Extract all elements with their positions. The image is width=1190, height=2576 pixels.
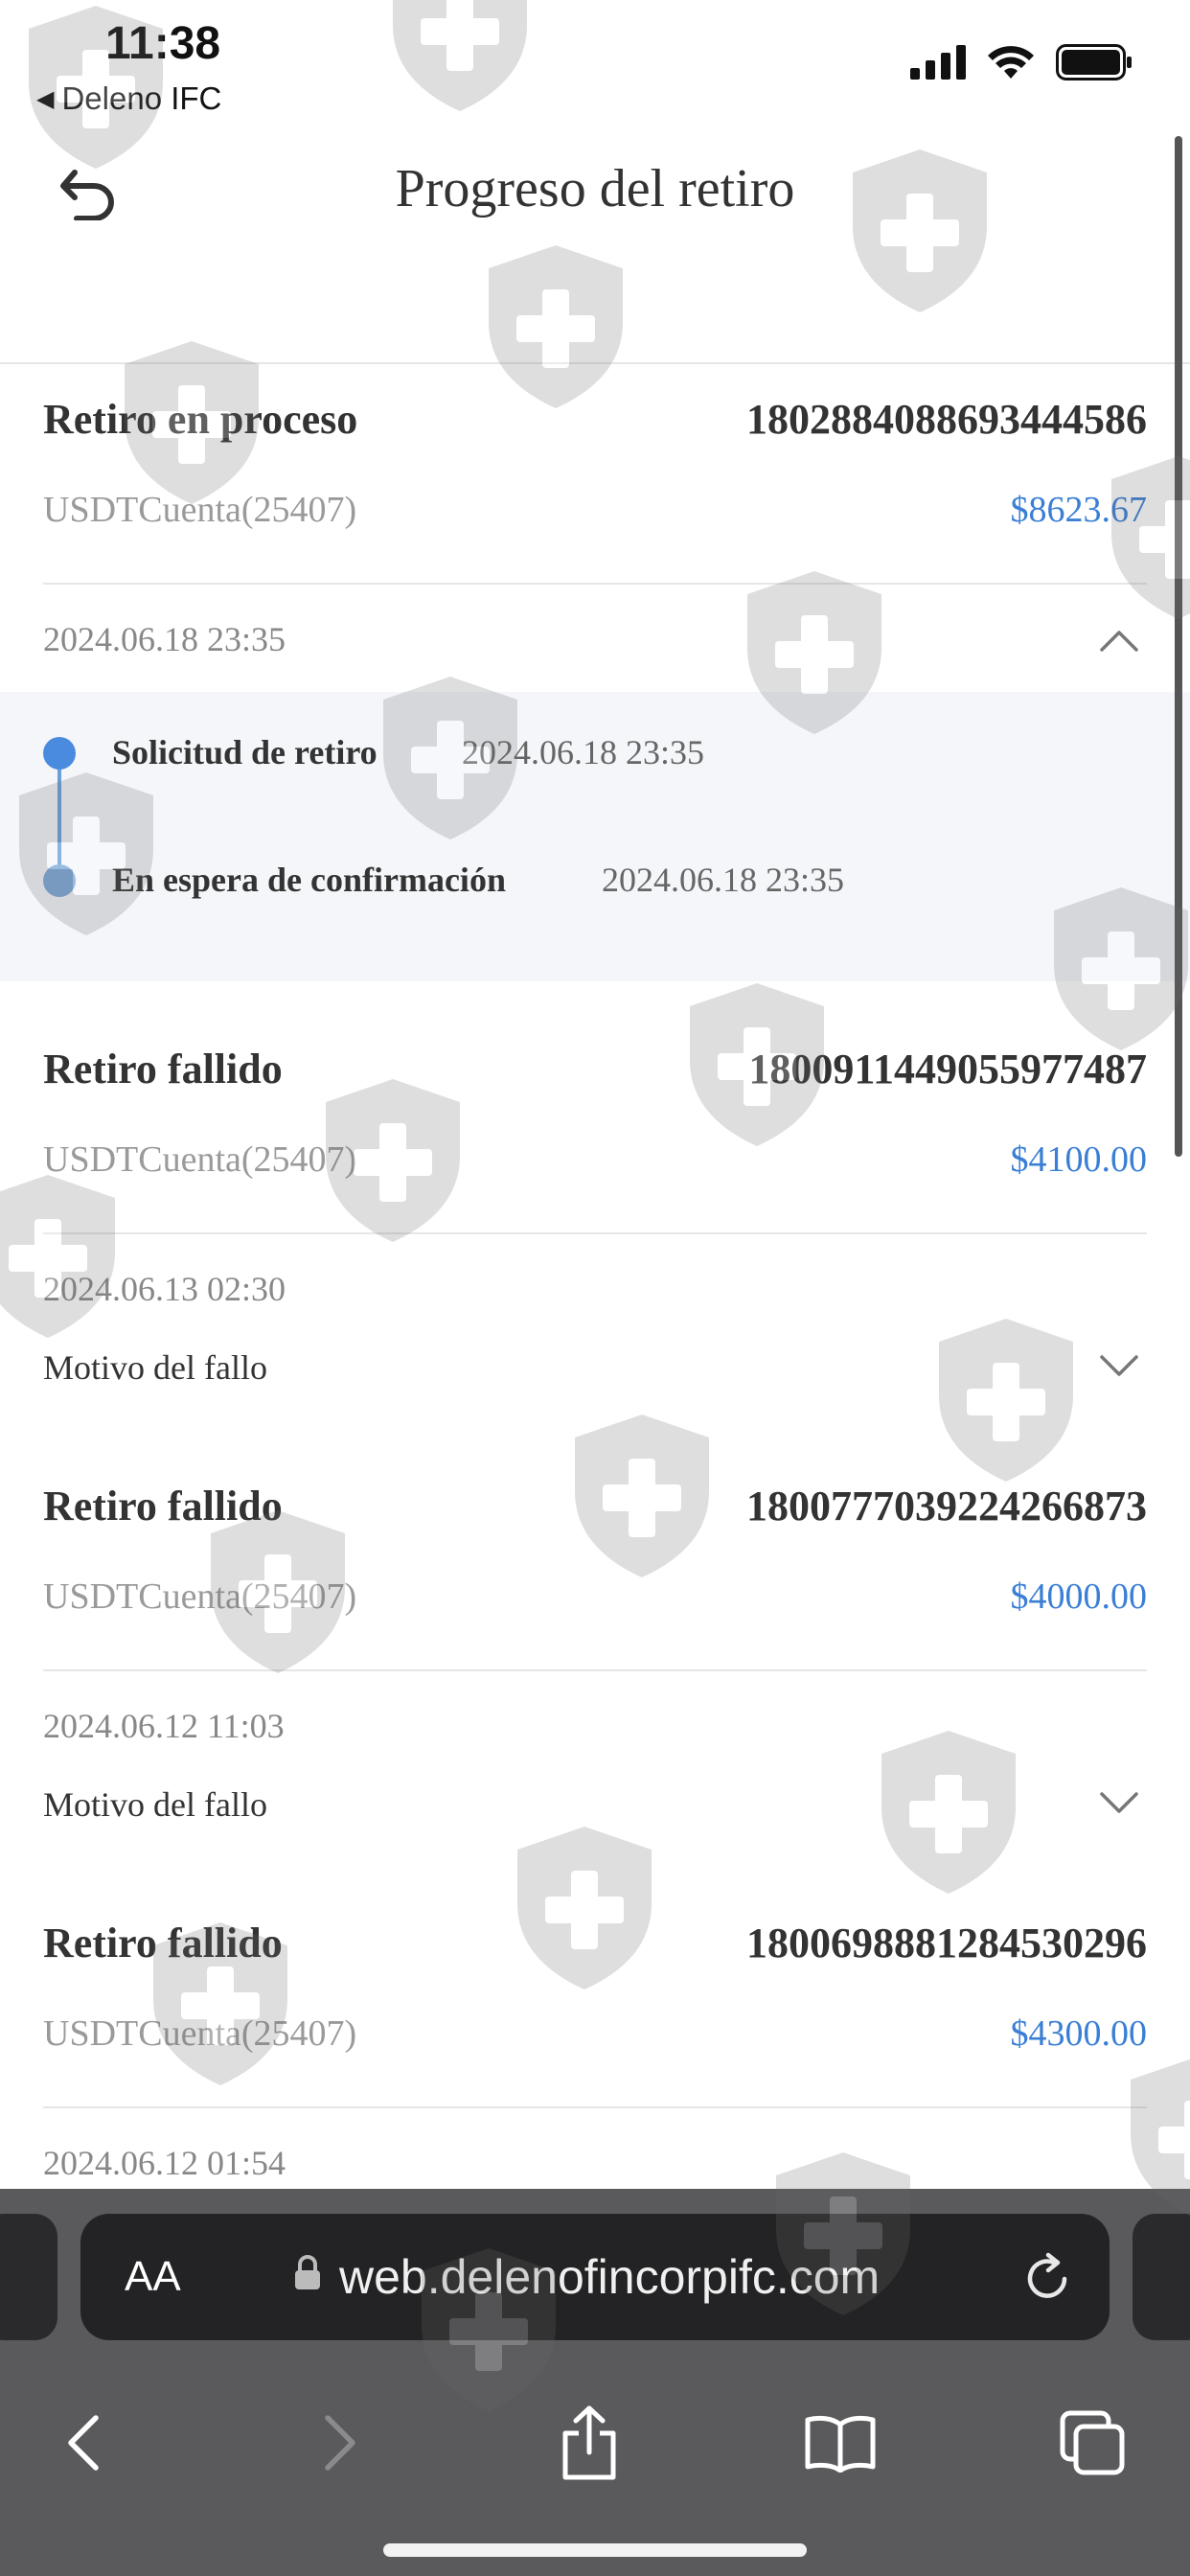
record-date: 2024.06.12 11:03 — [43, 1707, 285, 1745]
record-status: Retiro fallido — [43, 1046, 283, 1092]
record-divider — [43, 2106, 1147, 2108]
timeline-line — [57, 753, 61, 882]
record-divider — [43, 1232, 1147, 1234]
timeline-step-time: 2024.06.18 23:35 — [462, 733, 705, 771]
return-to-app-link[interactable]: ◀ Deleno IFC — [36, 80, 221, 117]
signal-icon — [910, 45, 966, 80]
home-indicator[interactable] — [383, 2543, 807, 2557]
chevron-down-icon[interactable] — [1098, 1344, 1140, 1386]
forward-arrow-icon — [325, 2415, 355, 2471]
share-icon — [562, 2405, 616, 2480]
back-arrow-icon — [68, 2415, 99, 2471]
status-time: 11:38 — [105, 18, 221, 69]
record-account: USDTCuenta(25407) — [43, 1576, 357, 1617]
timeline-step-label: Solicitud de retiro — [112, 733, 378, 771]
battery-icon — [1056, 44, 1132, 80]
record-status: Retiro fallido — [43, 1920, 283, 1966]
shield-watermark-icon — [881, 1731, 1016, 1894]
browser-forward-button[interactable] — [293, 2390, 389, 2496]
scrollbar[interactable] — [1175, 136, 1182, 1157]
browser-back-button[interactable] — [34, 2390, 130, 2496]
shield-watermark-icon — [0, 1175, 115, 1338]
chevron-up-icon[interactable] — [1098, 621, 1140, 663]
tabs-icon — [1060, 2410, 1125, 2475]
record-amount: $4100.00 — [1010, 1139, 1148, 1180]
browser-toolbar: AA web.delenofincorpifc.com — [0, 2189, 1190, 2576]
timeline-dot — [43, 864, 76, 897]
record-account: USDTCuenta(25407) — [43, 490, 357, 530]
status-bar: 11:38 ◀ Deleno IFC — [0, 0, 1190, 129]
record-status: Retiro en proceso — [43, 396, 358, 443]
tabs-button[interactable] — [1044, 2390, 1140, 2496]
record-account: USDTCuenta(25407) — [43, 2013, 357, 2054]
record-account: USDTCuenta(25407) — [43, 1139, 357, 1180]
shield-watermark-icon — [939, 1319, 1073, 1482]
record-date: 2024.06.12 01:54 — [43, 2144, 286, 2182]
chevron-down-icon[interactable] — [1098, 1781, 1140, 1823]
record-id: 1802884088693444586 — [746, 396, 1147, 443]
record-divider — [43, 583, 1147, 585]
status-icons — [910, 44, 1133, 80]
wifi-icon — [988, 46, 1034, 79]
progress-timeline: Solicitud de retiro 2024.06.18 23:35 En … — [0, 692, 1190, 981]
record-status: Retiro fallido — [43, 1483, 283, 1530]
reader-settings-button[interactable]: AA — [125, 2253, 181, 2301]
back-triangle-icon: ◀ — [36, 85, 55, 112]
next-tab-preview[interactable] — [1133, 2214, 1190, 2340]
timeline-step-label: En espera de confirmación — [112, 861, 506, 899]
bookmarks-icon — [805, 2415, 876, 2472]
record-date: 2024.06.13 02:30 — [43, 1270, 286, 1308]
record-id: 1800698881284530296 — [746, 1920, 1147, 1966]
reload-icon[interactable] — [1021, 2250, 1073, 2304]
page-title: Progreso del retiro — [395, 159, 795, 218]
record-id: 1800911449055977487 — [748, 1046, 1147, 1092]
bookmarks-button[interactable] — [792, 2390, 888, 2496]
address-bar[interactable]: AA web.delenofincorpifc.com — [80, 2214, 1110, 2340]
record-amount: $8623.67 — [1010, 490, 1148, 530]
record-id: 1800777039224266873 — [746, 1483, 1147, 1530]
timeline-step-time: 2024.06.18 23:35 — [602, 861, 845, 899]
previous-tab-preview[interactable] — [0, 2214, 57, 2340]
url-text: web.delenofincorpifc.com — [339, 2250, 881, 2304]
record-date: 2024.06.18 23:35 — [43, 620, 286, 658]
return-app-label: Deleno IFC — [61, 80, 222, 116]
record-divider — [43, 1669, 1147, 1671]
record-amount: $4300.00 — [1010, 2013, 1148, 2054]
share-button[interactable] — [541, 2390, 637, 2496]
browser-nav-row — [0, 2390, 1190, 2505]
page-header: Progreso del retiro — [0, 129, 1190, 364]
record-amount: $4000.00 — [1010, 1576, 1148, 1617]
failure-reason-label[interactable]: Motivo del fallo — [43, 1784, 267, 1825]
shield-watermark-icon — [517, 1827, 652, 1990]
failure-reason-label[interactable]: Motivo del fallo — [43, 1347, 267, 1388]
lock-icon — [295, 2255, 320, 2289]
timeline-dot — [43, 737, 76, 770]
